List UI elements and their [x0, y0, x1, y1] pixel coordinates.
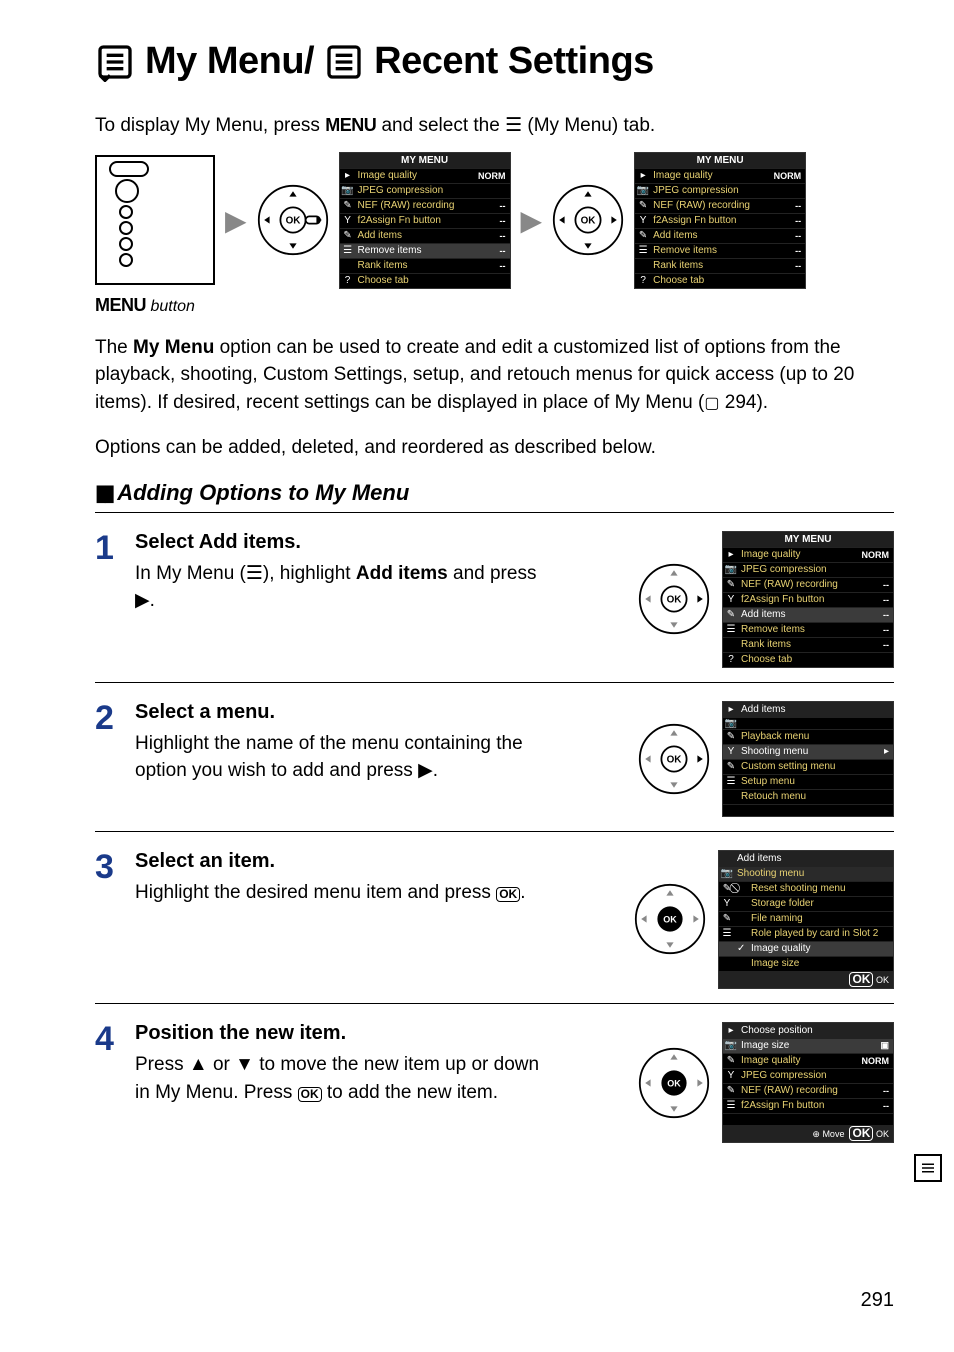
recent-settings-icon [324, 42, 364, 82]
step-text: Highlight the desired menu item and pres… [135, 879, 555, 907]
down-triangle-icon: ▼ [235, 1051, 254, 1079]
step-2: 2 Select a menu. Highlight the name of t… [95, 701, 894, 817]
ok-button-icon: OK [298, 1087, 322, 1102]
step-title: Select Add items. [135, 531, 624, 554]
step3-menu-panel: Add items 📷Shooting menu ✎⃠Reset shootin… [718, 850, 894, 989]
svg-text:OK: OK [667, 754, 683, 765]
multi-selector-right-icon: OK [638, 723, 710, 795]
ok-button-icon: OK [496, 887, 520, 902]
divider [95, 512, 894, 513]
divider [95, 831, 894, 832]
step-1: 1 Select Add items. In My Menu (☰), high… [95, 531, 894, 668]
step-number: 1 [95, 531, 121, 565]
multi-selector-right-icon: OK [638, 563, 710, 635]
body-paragraph-2: Options can be added, deleted, and reord… [95, 434, 894, 462]
intro-text: To display My Menu, press MENU and selec… [95, 113, 894, 140]
multi-selector-ok-icon: OK [634, 883, 706, 955]
figure-row: ▶ OK MY MENU ▸Image qualityNORM 📷JPEG co… [95, 152, 894, 289]
my-menu-icon: ☰ [246, 563, 263, 584]
step1-menu-panel: MY MENU ▸Image qualityNORM 📷JPEG compres… [722, 531, 894, 668]
divider [95, 1003, 894, 1004]
step-text: In My Menu (☰), highlight Add items and … [135, 560, 555, 615]
step-number: 3 [95, 850, 121, 884]
page-number: 291 [861, 1289, 894, 1312]
multi-selector-icon: OK [257, 184, 329, 256]
svg-text:OK: OK [285, 216, 301, 227]
step-3: 3 Select an item. Highlight the desired … [95, 850, 894, 989]
right-triangle-icon: ▶ [135, 587, 150, 615]
step-number: 4 [95, 1022, 121, 1056]
step-4: 4 Position the new item. Press ▲ or ▼ to… [95, 1022, 894, 1143]
page-ref-icon: ▢ [704, 395, 719, 412]
page-title: My Menu/ Recent Settings [95, 40, 894, 83]
my-menu-panel: MY MENU ▸Image qualityNORM 📷JPEG compres… [339, 152, 511, 289]
svg-text:OK: OK [667, 595, 683, 606]
arrow-right-icon: ▶ [225, 204, 247, 237]
step-title: Position the new item. [135, 1022, 624, 1045]
multi-selector-ok-icon: OK [638, 1047, 710, 1119]
step4-menu-panel: ▸Choose position 📷Image size▣ ✎Image qua… [722, 1022, 894, 1143]
svg-text:OK: OK [667, 1078, 681, 1088]
svg-text:OK: OK [663, 915, 677, 925]
section-tab-icon [914, 1154, 942, 1182]
up-triangle-icon: ▲ [189, 1051, 208, 1079]
my-menu-panel-2: MY MENU ▸Image qualityNORM 📷JPEG compres… [634, 152, 806, 289]
divider [95, 682, 894, 683]
subheading: ▮▮ Adding Options to My Menu [95, 480, 894, 506]
step-title: Select an item. [135, 850, 620, 873]
figure-caption: MENU button [95, 295, 894, 316]
right-triangle-icon: ▶ [418, 757, 433, 785]
step-title: Select a menu. [135, 701, 624, 724]
step2-menu-panel: ▸Add items 📷 ✎Playback menu YShooting me… [722, 701, 894, 817]
double-bar-icon: ▮▮ [95, 480, 111, 506]
multi-selector-icon: OK [552, 184, 624, 256]
my-menu-tab-icon: ☰ [505, 115, 522, 136]
step-number: 2 [95, 701, 121, 735]
svg-text:OK: OK [581, 216, 597, 227]
camera-illustration [95, 155, 215, 285]
step-text: Press ▲ or ▼ to move the new item up or … [135, 1051, 555, 1106]
body-paragraph-1: The My Menu option can be used to create… [95, 334, 894, 417]
arrow-right-icon: ▶ [521, 204, 543, 237]
step-text: Highlight the name of the menu containin… [135, 730, 555, 785]
my-menu-icon [95, 42, 135, 82]
